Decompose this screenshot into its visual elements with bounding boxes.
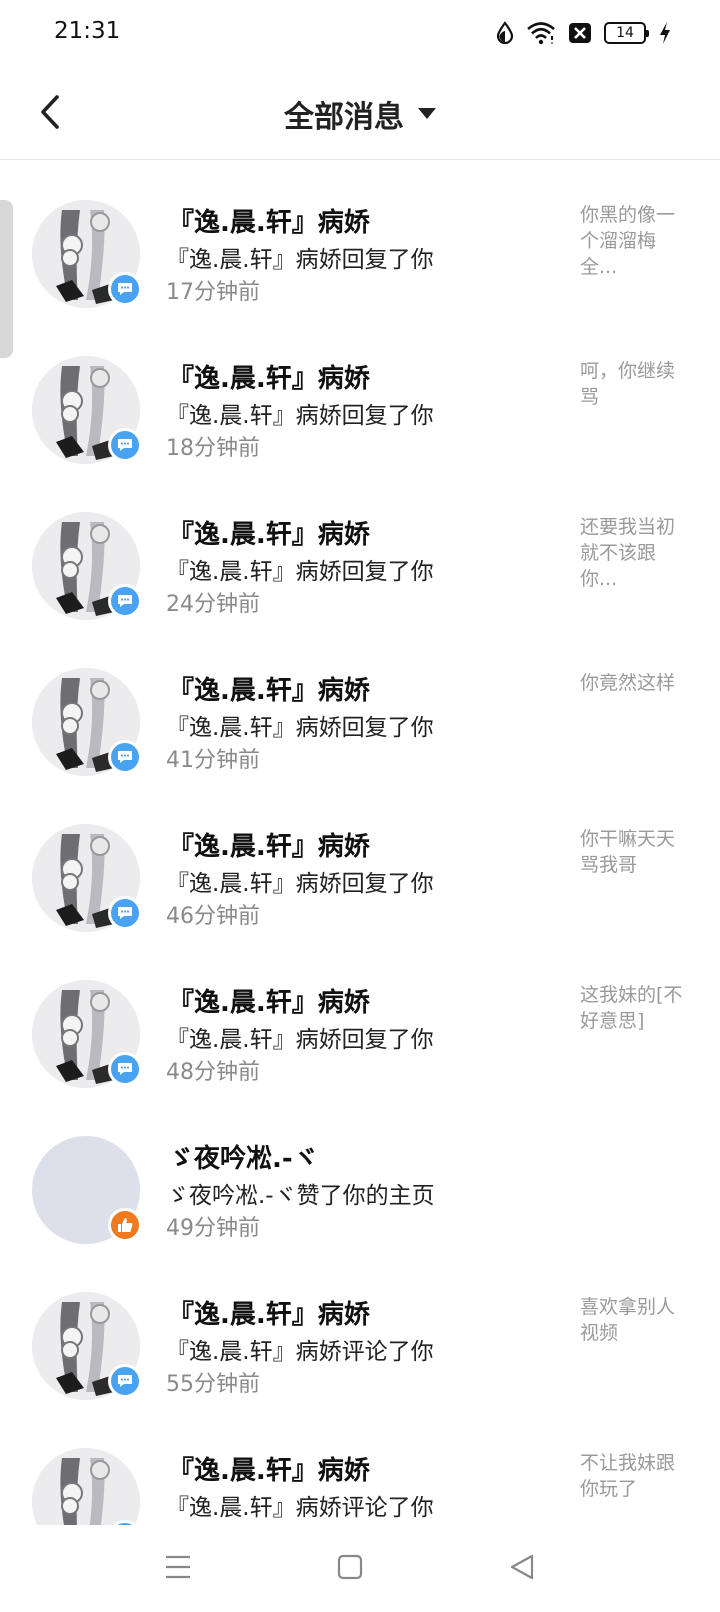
comment-icon: [118, 907, 132, 919]
message-item[interactable]: 『逸.晨.轩』病娇 『逸.晨.轩』病娇评论了你 55分钟前 喜欢拿别人视频: [0, 1252, 720, 1408]
sender-name[interactable]: 『逸.晨.轩』病娇: [168, 1450, 370, 1487]
sender-name[interactable]: 『逸.晨.轩』病娇: [168, 514, 370, 551]
message-item[interactable]: 『逸.晨.轩』病娇 『逸.晨.轩』病娇评论了你 不让我妹跟你玩了: [0, 1408, 720, 1525]
message-time: 18分钟前: [166, 436, 260, 461]
message-time: 55分钟前: [166, 1372, 260, 1397]
avatar-container[interactable]: [32, 512, 142, 620]
comment-badge: [108, 896, 142, 930]
avatar-container[interactable]: [32, 668, 142, 776]
message-action: 『逸.晨.轩』病娇回复了你: [166, 715, 434, 741]
home-square-icon: [337, 1554, 363, 1580]
comment-badge: [108, 584, 142, 618]
battery-icon: 14: [604, 22, 649, 44]
message-list: 『逸.晨.轩』病娇 『逸.晨.轩』病娇回复了你 17分钟前 你黑的像一个溜溜梅全…: [0, 160, 720, 1525]
wifi-icon: [526, 21, 556, 45]
home-button[interactable]: [330, 1547, 370, 1587]
status-time: 21:31: [54, 18, 121, 44]
message-item[interactable]: ゞ夜吟凇.-ヾ ゞ夜吟凇.-ヾ赞了你的主页 49分钟前: [0, 1096, 720, 1252]
message-preview[interactable]: 还要我当初就不该跟你...: [580, 514, 688, 592]
caret-down-icon: [418, 108, 436, 119]
message-preview[interactable]: 喜欢拿别人视频: [580, 1294, 688, 1346]
comment-icon: [118, 439, 132, 451]
message-preview[interactable]: 不让我妹跟你玩了: [580, 1450, 688, 1502]
message-action: 『逸.晨.轩』病娇回复了你: [166, 871, 434, 897]
charging-icon: [658, 21, 672, 45]
avatar-container[interactable]: [32, 824, 142, 932]
header: 全部消息: [0, 64, 720, 160]
comment-badge: [108, 428, 142, 462]
page-title: 全部消息: [284, 100, 404, 135]
message-time: 48分钟前: [166, 1060, 260, 1085]
data-saver-icon: [496, 21, 514, 45]
comment-badge: [108, 1052, 142, 1086]
comment-badge: [108, 1364, 142, 1398]
avatar-container[interactable]: [32, 200, 142, 308]
sender-name[interactable]: 『逸.晨.轩』病娇: [168, 202, 370, 239]
message-time: 24分钟前: [166, 592, 260, 617]
message-action: 『逸.晨.轩』病娇回复了你: [166, 1027, 434, 1053]
avatar-container[interactable]: [32, 1448, 142, 1525]
avatar[interactable]: [32, 1448, 140, 1525]
comment-icon: [118, 1375, 132, 1387]
like-badge: [108, 1208, 142, 1242]
status-bar: 21:31 14: [0, 0, 720, 64]
avatar-container[interactable]: [32, 980, 142, 1088]
sender-name[interactable]: 『逸.晨.轩』病娇: [168, 670, 370, 707]
avatar-container[interactable]: [32, 1136, 142, 1244]
message-item[interactable]: 『逸.晨.轩』病娇 『逸.晨.轩』病娇回复了你 46分钟前 你干嘛天天骂我哥: [0, 784, 720, 940]
comment-icon: [118, 595, 132, 607]
back-triangle-icon: [510, 1554, 534, 1580]
comment-badge: [108, 272, 142, 306]
message-time: 49分钟前: [166, 1216, 260, 1241]
message-item[interactable]: 『逸.晨.轩』病娇 『逸.晨.轩』病娇回复了你 24分钟前 还要我当初就不该跟你…: [0, 472, 720, 628]
message-preview[interactable]: 你黑的像一个溜溜梅全...: [580, 202, 688, 280]
message-action: 『逸.晨.轩』病娇回复了你: [166, 559, 434, 585]
menu-button[interactable]: [158, 1547, 198, 1587]
avatar-container[interactable]: [32, 356, 142, 464]
message-action: 『逸.晨.轩』病娇回复了你: [166, 403, 434, 429]
sim-blocked-icon: [568, 22, 592, 44]
message-item[interactable]: 『逸.晨.轩』病娇 『逸.晨.轩』病娇回复了你 17分钟前 你黑的像一个溜溜梅全…: [0, 160, 720, 316]
message-time: 41分钟前: [166, 748, 260, 773]
avatar-container[interactable]: [32, 1292, 142, 1400]
message-filter-dropdown[interactable]: 全部消息: [0, 92, 720, 136]
battery-level: 14: [616, 25, 634, 41]
system-nav-bar: [0, 1525, 720, 1612]
sender-name[interactable]: ゞ夜吟凇.-ヾ: [168, 1138, 319, 1175]
sender-name[interactable]: 『逸.晨.轩』病娇: [168, 982, 370, 1019]
message-item[interactable]: 『逸.晨.轩』病娇 『逸.晨.轩』病娇回复了你 48分钟前 这我妹的[不好意思]: [0, 940, 720, 1096]
message-action: 『逸.晨.轩』病娇评论了你: [166, 1495, 434, 1521]
message-action: ゞ夜吟凇.-ヾ赞了你的主页: [166, 1183, 435, 1209]
message-preview[interactable]: 你干嘛天天骂我哥: [580, 826, 688, 878]
message-preview[interactable]: 你竟然这样: [580, 670, 688, 696]
sender-name[interactable]: 『逸.晨.轩』病娇: [168, 358, 370, 395]
message-time: 46分钟前: [166, 904, 260, 929]
comment-icon: [118, 751, 132, 763]
status-icons: 14: [496, 18, 672, 48]
comment-icon: [118, 1063, 132, 1075]
sender-name[interactable]: 『逸.晨.轩』病娇: [168, 1294, 370, 1331]
menu-icon: [166, 1555, 190, 1579]
message-action: 『逸.晨.轩』病娇评论了你: [166, 1339, 434, 1365]
message-item[interactable]: 『逸.晨.轩』病娇 『逸.晨.轩』病娇回复了你 18分钟前 呵，你继续骂: [0, 316, 720, 472]
comment-icon: [118, 283, 132, 295]
message-action: 『逸.晨.轩』病娇回复了你: [166, 247, 434, 273]
message-preview[interactable]: 这我妹的[不好意思]: [580, 982, 688, 1034]
sender-name[interactable]: 『逸.晨.轩』病娇: [168, 826, 370, 863]
message-time: 17分钟前: [166, 280, 260, 305]
thumbs-up-icon: [118, 1218, 133, 1232]
back-nav-button[interactable]: [502, 1547, 542, 1587]
message-preview[interactable]: 呵，你继续骂: [580, 358, 688, 410]
comment-badge: [108, 740, 142, 774]
message-item[interactable]: 『逸.晨.轩』病娇 『逸.晨.轩』病娇回复了你 41分钟前 你竟然这样: [0, 628, 720, 784]
